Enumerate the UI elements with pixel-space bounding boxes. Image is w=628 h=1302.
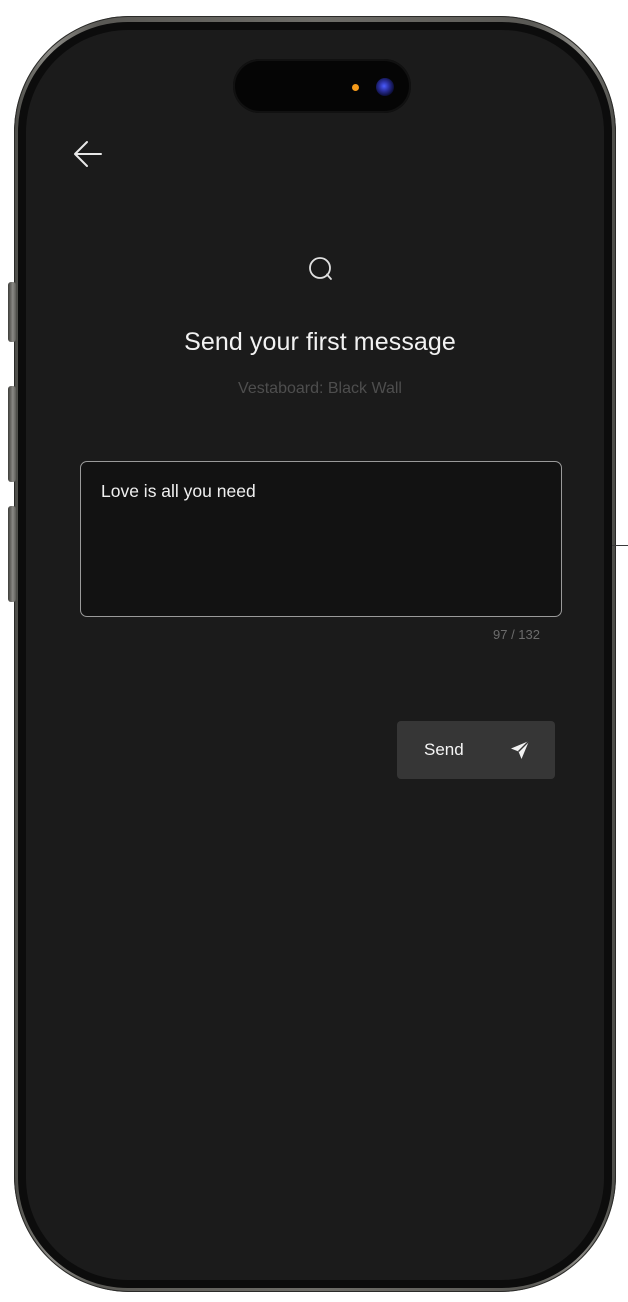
chat-bubble-icon bbox=[309, 257, 332, 280]
paper-plane-icon bbox=[511, 740, 530, 759]
app-screen bbox=[26, 30, 604, 1280]
message-input[interactable]: Love is all you need bbox=[80, 461, 562, 617]
volume-down-button bbox=[8, 506, 16, 602]
character-counter: 97 / 132 bbox=[493, 627, 540, 642]
front-camera bbox=[376, 78, 394, 96]
board-name-subtitle: Vestaboard: Black Wall bbox=[238, 380, 402, 397]
volume-up-button bbox=[8, 386, 16, 482]
camera-indicator-dot bbox=[352, 84, 359, 91]
arrow-left-icon bbox=[74, 141, 102, 167]
page-title: Send your first message bbox=[184, 328, 456, 356]
send-button-label: Send bbox=[424, 740, 464, 759]
back-button[interactable] bbox=[70, 136, 106, 172]
send-button[interactable]: Send bbox=[397, 721, 555, 779]
